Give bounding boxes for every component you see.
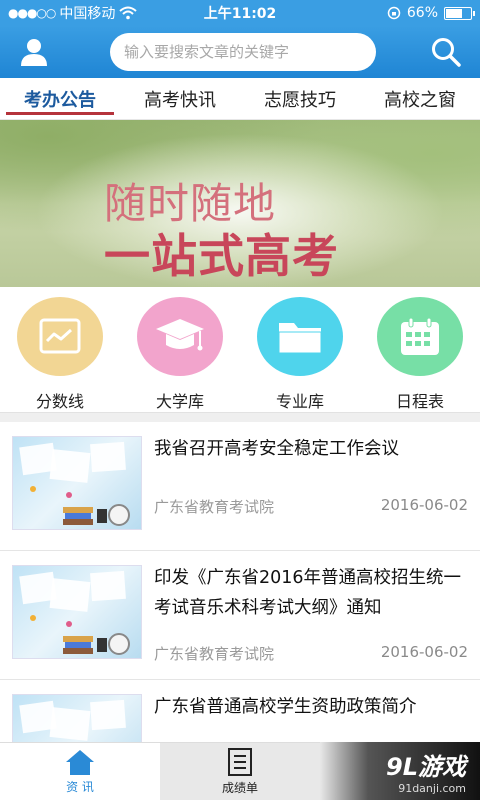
nav-label: 成绩单 bbox=[221, 781, 258, 795]
news-item[interactable]: 我省召开高考安全稳定工作会议 广东省教育考试院 2016-06-02 bbox=[0, 422, 480, 551]
news-item[interactable]: 印发《广东省2016年普通高校招生统一考试音乐术科考试大纲》通知 广东省教育考试… bbox=[0, 551, 480, 680]
news-source: 广东省教育考试院 bbox=[154, 498, 275, 516]
home-icon bbox=[66, 750, 94, 775]
wifi-icon bbox=[119, 6, 138, 20]
quick-link-schedule[interactable]: 日程表 bbox=[360, 287, 480, 412]
watermark-brand: 9L游戏 bbox=[386, 753, 466, 781]
carrier-label: 中国移动 bbox=[59, 6, 116, 22]
bottom-nav: 资 讯 成绩单 9L游戏 91danji.com bbox=[0, 742, 480, 800]
search-button[interactable] bbox=[424, 30, 468, 74]
news-title: 广东省普通高校学生资助政策简介 bbox=[154, 697, 417, 717]
news-date: 2016-06-02 bbox=[380, 496, 468, 514]
watermark-url: 91danji.com bbox=[398, 782, 466, 795]
nav-scores[interactable]: 成绩单 bbox=[160, 742, 320, 800]
search-input[interactable] bbox=[124, 43, 376, 61]
promo-banner[interactable]: 随时随地 一站式高考 bbox=[0, 120, 480, 287]
list-icon bbox=[228, 748, 252, 776]
news-date: 2016-06-02 bbox=[380, 643, 468, 661]
quick-link-major-db[interactable]: 专业库 bbox=[240, 287, 360, 412]
section-divider bbox=[0, 412, 480, 422]
status-time: 上午11:02 bbox=[203, 6, 277, 22]
quick-links: 分数线 大学库 专业库 日程表 bbox=[0, 287, 480, 412]
news-title: 印发《广东省2016年普通高校招生统一考试音乐术科考试大纲》通知 bbox=[154, 568, 462, 618]
tab-university-window[interactable]: 高校之窗 bbox=[360, 78, 480, 119]
nav-news[interactable]: 资 讯 bbox=[0, 742, 160, 800]
banner-line2: 一站式高考 bbox=[104, 229, 339, 283]
tab-exam-news[interactable]: 高考快讯 bbox=[120, 78, 240, 119]
category-tabs: 考办公告 高考快讯 志愿技巧 高校之窗 bbox=[0, 78, 480, 120]
news-source: 广东省教育考试院 bbox=[154, 645, 275, 663]
news-title: 我省召开高考安全稳定工作会议 bbox=[154, 439, 399, 459]
rotation-lock-icon bbox=[387, 6, 401, 20]
quick-link-label: 专业库 bbox=[275, 392, 324, 411]
header bbox=[0, 26, 480, 78]
signal-icon: ●●●○○ bbox=[8, 6, 56, 20]
search-icon bbox=[432, 38, 461, 67]
search-box[interactable] bbox=[110, 33, 376, 71]
news-thumbnail bbox=[12, 436, 142, 530]
user-button[interactable] bbox=[12, 30, 56, 74]
quick-link-score-line[interactable]: 分数线 bbox=[0, 287, 120, 412]
graduation-cap-icon bbox=[137, 297, 223, 376]
tab-exam-notices[interactable]: 考办公告 bbox=[0, 78, 120, 119]
nav-label: 资 讯 bbox=[66, 780, 94, 794]
tab-application-tips[interactable]: 志愿技巧 bbox=[240, 78, 360, 119]
quick-link-label: 分数线 bbox=[35, 392, 84, 411]
news-thumbnail bbox=[12, 565, 142, 659]
folder-icon bbox=[257, 297, 343, 376]
chart-icon bbox=[17, 297, 103, 376]
calendar-icon bbox=[377, 297, 463, 376]
quick-link-label: 大学库 bbox=[155, 392, 204, 411]
status-bar: ●●●○○ 中国移动 上午11:02 66% bbox=[0, 0, 480, 26]
quick-link-label: 日程表 bbox=[395, 392, 444, 411]
battery-percent: 66% bbox=[406, 5, 439, 21]
watermark: 9L游戏 91danji.com bbox=[320, 742, 480, 800]
user-icon bbox=[21, 39, 47, 66]
quick-link-university-db[interactable]: 大学库 bbox=[120, 287, 240, 412]
battery-icon bbox=[444, 6, 476, 20]
